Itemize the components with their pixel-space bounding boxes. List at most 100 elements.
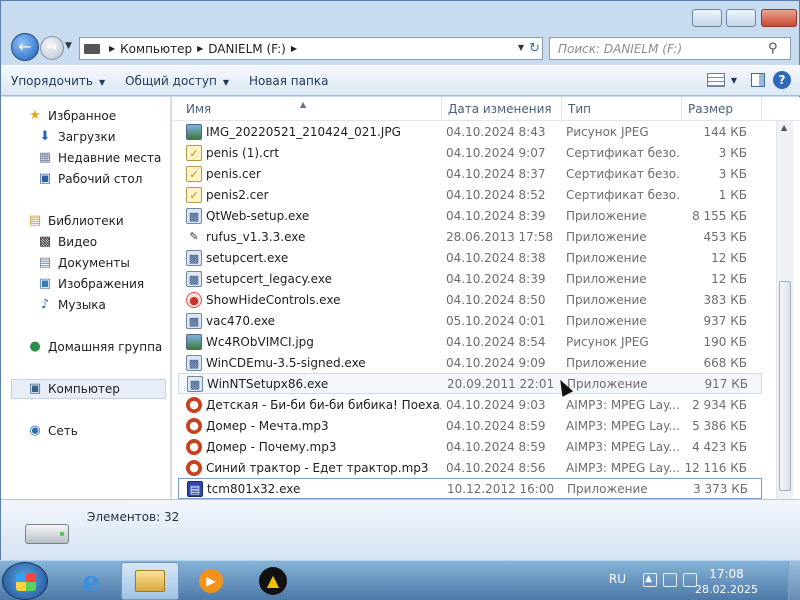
file-date: 04.10.2024 9:07: [446, 145, 546, 160]
file-row[interactable]: ● Домер - Мечта.mp3 04.10.2024 8:59 AIMP3: …: [180, 415, 760, 436]
nav-label: Музыка: [58, 298, 106, 312]
taskbar-media-player[interactable]: ▶: [182, 562, 240, 600]
organize-menu[interactable]: Упорядочить ▼: [1, 74, 115, 88]
file-name-cell[interactable]: ● Синий трактор - Едет трактор.mp3: [180, 459, 441, 476]
file-date: 04.10.2024 8:59: [446, 418, 546, 433]
taskbar-aimp[interactable]: ▲: [244, 562, 302, 600]
nav-favorites[interactable]: ★ Избранное: [27, 106, 192, 126]
search-box[interactable]: Поиск: DANIELM (F:) ⚲: [549, 37, 791, 60]
new-folder-button[interactable]: Новая папка: [239, 74, 338, 88]
close-button[interactable]: [761, 9, 797, 27]
breadcrumb-separator-icon[interactable]: ▶: [109, 44, 115, 53]
help-icon[interactable]: ?: [773, 71, 791, 89]
scroll-up-icon[interactable]: ▲: [781, 123, 787, 132]
column-header-size[interactable]: Размер: [682, 97, 762, 121]
file-type: AIMP3: MPEG Lay...: [566, 418, 679, 433]
file-name-cell[interactable]: ▩ setupcert.exe: [180, 249, 441, 266]
show-desktop-button[interactable]: [788, 561, 800, 600]
search-icon[interactable]: ⚲: [768, 41, 784, 56]
file-row[interactable]: ● Детская - Би-би би-би бибика! Поехал...…: [180, 394, 760, 415]
column-header-type[interactable]: Тип: [562, 97, 682, 121]
file-name-cell[interactable]: ▩ QtWeb-setup.exe: [180, 207, 441, 224]
file-row[interactable]: Wc4RObVIMCI.jpg 04.10.2024 8:54 Рисунок JP…: [180, 331, 760, 352]
recent-pages-dropdown[interactable]: ▼: [65, 41, 72, 51]
vertical-scrollbar[interactable]: ▲: [776, 121, 793, 499]
file-row[interactable]: ▩ WinNTSetupx86.exe 20.09.2011 22:01 Прилож…: [178, 373, 762, 394]
file-row[interactable]: ▩ setupcert_legacy.exe 04.10.2024 8:39 Прил…: [180, 268, 760, 289]
file-row[interactable]: ▩ setupcert.exe 04.10.2024 8:38 Приложение 1…: [180, 247, 760, 268]
file-row[interactable]: ▤ tcm801x32.exe 10.12.2012 16:00 Приложение…: [178, 478, 762, 499]
file-row[interactable]: ▩ vac470.exe 05.10.2024 0:01 Приложение 937 …: [180, 310, 760, 331]
file-name-cell[interactable]: ✓ penis2.cer: [180, 186, 441, 203]
language-indicator[interactable]: RU: [609, 572, 626, 586]
file-name-cell[interactable]: ▩ WinNTSetupx86.exe: [181, 375, 442, 392]
breadcrumb-separator-icon[interactable]: ▶: [291, 44, 297, 53]
file-date: 04.10.2024 8:52: [446, 187, 546, 202]
file-name: penis (1).crt: [206, 145, 280, 160]
scrollbar-thumb[interactable]: [779, 281, 791, 491]
nav-computer[interactable]: ▣ Компьютер: [11, 379, 166, 399]
search-input[interactable]: Поиск: DANIELM (F:): [550, 42, 768, 56]
preview-pane-icon[interactable]: [751, 73, 765, 87]
breadcrumb-separator-icon[interactable]: ▶: [197, 44, 203, 53]
nav-network[interactable]: ◉ Сеть: [27, 421, 192, 441]
file-size: 668 КБ: [703, 355, 747, 370]
file-name-cell[interactable]: ● ShowHideControls.exe: [180, 291, 441, 308]
file-row[interactable]: ✓ penis.cer 04.10.2024 8:37 Сертификат безо…: [180, 163, 760, 184]
nav-label: Библиотеки: [48, 214, 124, 228]
file-row[interactable]: ▩ WinCDEmu-3.5-signed.exe 04.10.2024 9:09 П…: [180, 352, 760, 373]
file-name-cell[interactable]: ● Детская - Би-би би-би бибика! Поехал...: [180, 396, 441, 413]
taskbar-internet-explorer[interactable]: e: [62, 562, 120, 600]
file-size: 144 КБ: [703, 124, 747, 139]
column-header-date[interactable]: Дата изменения: [442, 97, 562, 121]
file-name-cell[interactable]: ▩ WinCDEmu-3.5-signed.exe: [180, 354, 441, 371]
share-menu[interactable]: Общий доступ ▼: [115, 74, 239, 88]
file-name-cell[interactable]: ● Домер - Мечта.mp3: [180, 417, 441, 434]
file-row[interactable]: ● Синий трактор - Едет трактор.mp3 04.10.2…: [180, 457, 760, 478]
nav-label: Видео: [58, 235, 98, 249]
tray-device-icon[interactable]: [643, 573, 657, 587]
aimp-audio-file-icon: ●: [186, 459, 202, 476]
file-row[interactable]: ▩ QtWeb-setup.exe 04.10.2024 8:39 Приложени…: [180, 205, 760, 226]
address-dropdown-icon[interactable]: ▼: [518, 43, 524, 52]
column-header-name[interactable]: ▲ Имя: [172, 97, 442, 121]
back-button[interactable]: ←: [11, 33, 39, 61]
view-options-icon[interactable]: [706, 73, 725, 87]
nav-label: Загрузки: [58, 130, 116, 144]
file-name: penis2.cer: [206, 187, 269, 202]
file-name-cell[interactable]: ▩ setupcert_legacy.exe: [180, 270, 441, 287]
minimize-button[interactable]: [692, 9, 722, 27]
title-bar[interactable]: [1, 1, 800, 31]
file-name-cell[interactable]: ▤ tcm801x32.exe: [181, 480, 442, 497]
file-size: 12 КБ: [711, 250, 747, 265]
breadcrumb-drive[interactable]: DANIELM (F:): [208, 42, 286, 56]
file-name-cell[interactable]: ✎ rufus_v1.3.3.exe: [180, 229, 441, 245]
file-name-cell[interactable]: ● Домер - Почему.mp3: [180, 438, 441, 455]
address-bar[interactable]: ▶ Компьютер ▶ DANIELM (F:) ▶ ▼ ↻: [79, 37, 543, 60]
breadcrumb-computer[interactable]: Компьютер: [120, 42, 192, 56]
start-button[interactable]: [2, 562, 48, 600]
network-tray-icon[interactable]: [663, 573, 677, 587]
view-dropdown-icon[interactable]: ▼: [731, 76, 737, 85]
file-name-cell[interactable]: ✓ penis (1).crt: [180, 144, 441, 161]
nav-homegroup[interactable]: ● Домашняя группа: [27, 337, 192, 357]
file-name-cell[interactable]: ▩ vac470.exe: [180, 312, 441, 329]
video-icon: ▩: [38, 234, 52, 249]
file-size: 383 КБ: [703, 292, 747, 307]
file-row[interactable]: ● Домер - Почему.mp3 04.10.2024 8:59 AIMP3:…: [180, 436, 760, 457]
file-name-cell[interactable]: ✓ penis.cer: [180, 165, 441, 182]
file-name-cell[interactable]: Wc4RObVIMCI.jpg: [180, 333, 441, 350]
taskbar-explorer[interactable]: [121, 562, 179, 600]
file-name-cell[interactable]: IMG_20220521_210424_021.JPG: [180, 123, 441, 140]
file-row[interactable]: ✓ penis2.cer 04.10.2024 8:52 Сертификат без…: [180, 184, 760, 205]
file-row[interactable]: IMG_20220521_210424_021.JPG 04.10.2024 8:…: [180, 121, 760, 142]
nav-libraries[interactable]: ▤ Библиотеки: [27, 211, 192, 231]
file-row[interactable]: ● ShowHideControls.exe 04.10.2024 8:50 Прил…: [180, 289, 760, 310]
refresh-icon[interactable]: ↻: [529, 41, 540, 56]
forward-button[interactable]: →: [40, 36, 64, 60]
maximize-button[interactable]: [726, 9, 756, 27]
file-row[interactable]: ✎ rufus_v1.3.3.exe 28.06.2013 17:58 Приложе…: [180, 226, 760, 247]
file-name: IMG_20220521_210424_021.JPG: [206, 124, 401, 139]
file-row[interactable]: ✓ penis (1).crt 04.10.2024 9:07 Сертификат …: [180, 142, 760, 163]
clock[interactable]: 17:08 28.02.2025: [695, 566, 758, 598]
